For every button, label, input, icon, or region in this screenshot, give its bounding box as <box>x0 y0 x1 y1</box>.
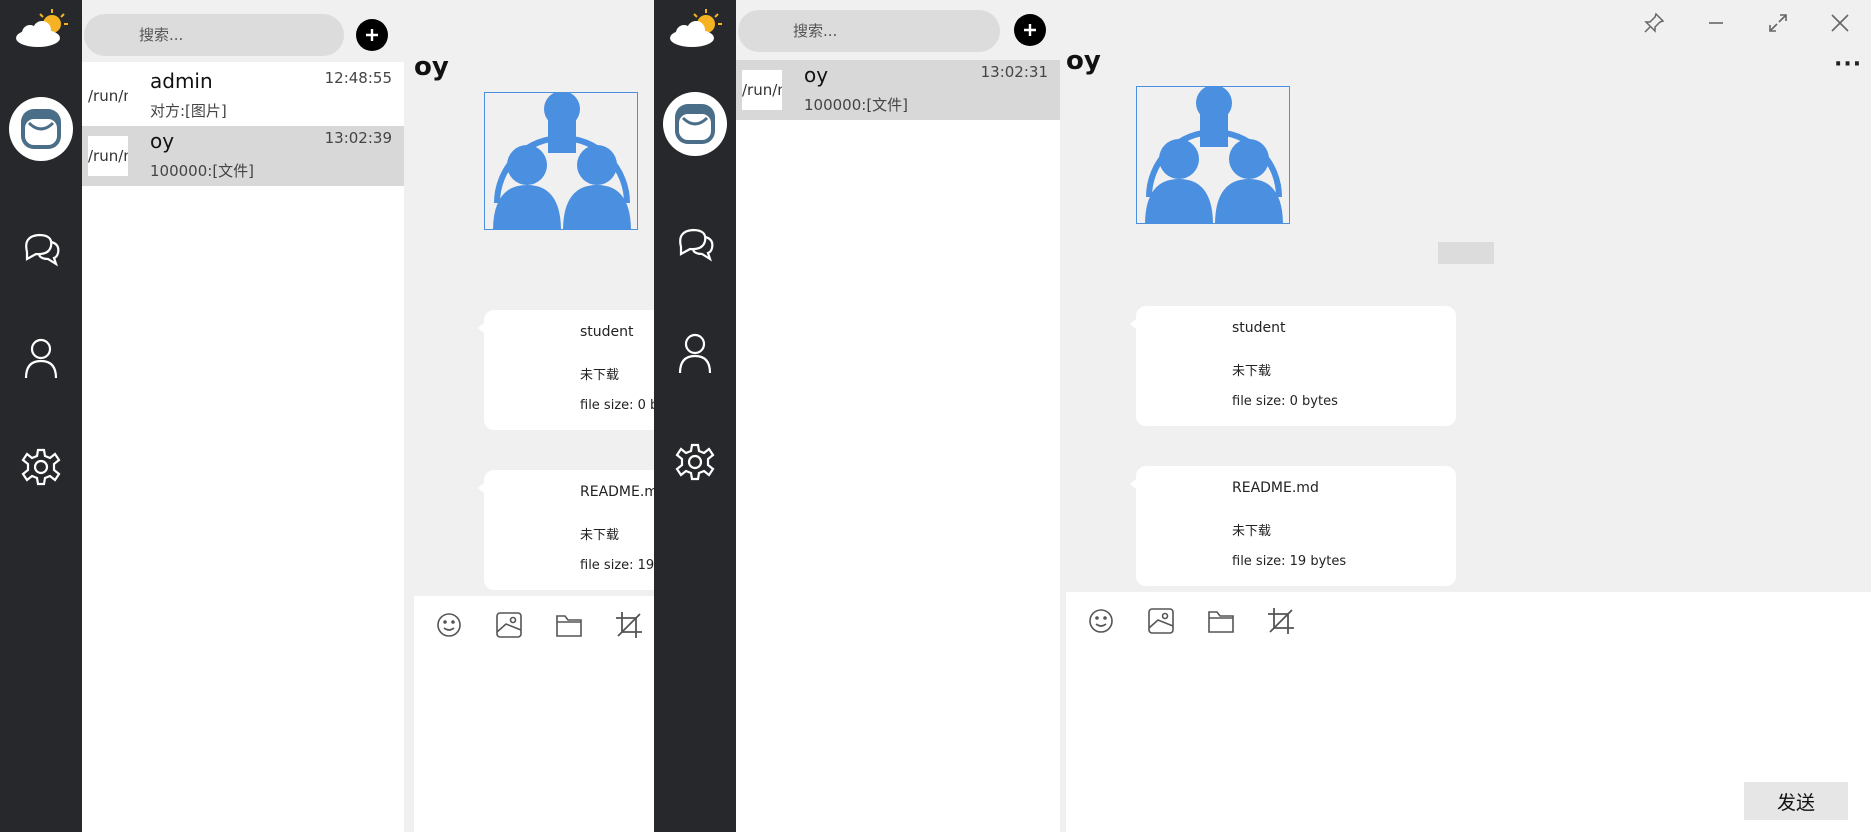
file-status: 未下载 <box>580 368 620 383</box>
file-size: file size: 19 bytes <box>1232 554 1347 569</box>
gear-icon <box>21 448 61 486</box>
file-message[interactable]: README.md 未下载 file size: 19 bytes <box>1130 466 1456 586</box>
mailbox-icon <box>21 109 61 149</box>
group-avatar <box>1136 86 1290 224</box>
group-avatar-icon <box>493 93 631 229</box>
send-button[interactable]: 发送 <box>1744 782 1848 820</box>
user-icon <box>678 333 712 374</box>
file-name: student <box>1232 320 1286 336</box>
expand-icon <box>1769 14 1787 32</box>
list-header <box>82 0 404 62</box>
conversation-name: oy <box>150 129 175 153</box>
crop-icon[interactable] <box>614 610 644 640</box>
file-size: file size: 19 bytes <box>580 558 654 573</box>
conversation-thumb: /run/media <box>88 76 128 116</box>
add-button[interactable] <box>1014 14 1046 46</box>
conversation-last-message: 对方:[图片] <box>150 102 227 120</box>
group-avatar-icon <box>1145 87 1283 223</box>
conversation-time: 13:02:31 <box>980 63 1048 81</box>
pin-icon <box>1644 12 1665 33</box>
file-status: 未下载 <box>580 528 620 543</box>
folder-icon[interactable] <box>1206 606 1236 636</box>
conversation-item-selected[interactable]: /run/media oy 13:02:39 100000:[文件] <box>82 126 404 186</box>
minimize-icon <box>1709 22 1723 24</box>
message-composer[interactable] <box>414 596 654 832</box>
close-icon <box>1831 14 1849 32</box>
chat-window-front: /run/media oy 13:02:31 100000:[文件] oy ··… <box>654 0 1871 832</box>
conversation-name: admin <box>150 69 213 93</box>
file-name: student <box>580 324 634 340</box>
user-icon <box>24 338 58 379</box>
list-header <box>736 0 1060 60</box>
plus-icon <box>1024 24 1036 36</box>
avatar <box>9 97 73 161</box>
file-size: file size: 0 bytes <box>580 398 654 413</box>
chat-bubbles-icon <box>25 233 60 267</box>
maximize-button[interactable] <box>1763 8 1793 38</box>
conversation-last-message: 100000:[文件] <box>150 162 255 180</box>
nav-settings[interactable] <box>654 427 736 497</box>
pin-button[interactable] <box>1639 8 1669 38</box>
file-message[interactable]: student 未下载 file size: 0 bytes <box>478 310 654 430</box>
chat-title: oy <box>1066 46 1101 76</box>
conversation-name: oy <box>804 63 829 87</box>
conversation-item-selected[interactable]: /run/media oy 13:02:31 100000:[文件] <box>736 60 1060 120</box>
crop-icon[interactable] <box>1266 606 1296 636</box>
plus-icon <box>366 29 378 41</box>
file-size: file size: 0 bytes <box>1232 394 1338 409</box>
conversation-list: /run/media oy 13:02:31 100000:[文件] <box>736 0 1060 832</box>
chat-window-back: /run/media admin 12:48:55 对方:[图片] /run/m… <box>0 0 654 832</box>
search-input[interactable] <box>84 14 344 56</box>
file-name: README.md <box>580 484 654 500</box>
emoji-icon[interactable] <box>434 610 464 640</box>
nav-avatar[interactable] <box>0 94 82 164</box>
conversation-item[interactable]: /run/media admin 12:48:55 对方:[图片] <box>82 66 404 126</box>
nav-settings[interactable] <box>0 432 82 502</box>
weather-logo-icon <box>16 9 68 47</box>
sidebar <box>0 0 82 832</box>
nav-contacts[interactable] <box>654 318 736 388</box>
add-button[interactable] <box>356 19 388 51</box>
conversation-list: /run/media admin 12:48:55 对方:[图片] /run/m… <box>82 0 404 832</box>
file-status: 未下载 <box>1232 524 1272 539</box>
conversation-thumb: /run/media <box>742 70 782 110</box>
nav-avatar[interactable] <box>654 89 736 159</box>
folder-icon[interactable] <box>554 610 584 640</box>
avatar <box>663 92 727 156</box>
close-button[interactable] <box>1825 8 1855 38</box>
search-input[interactable] <box>738 10 1000 52</box>
image-icon[interactable] <box>494 610 524 640</box>
conversation-thumb: /run/media <box>88 136 128 176</box>
conversation-time: 13:02:39 <box>324 129 392 147</box>
nav-messages[interactable] <box>0 213 82 283</box>
file-status: 未下载 <box>1232 364 1272 379</box>
nav-contacts[interactable] <box>0 323 82 393</box>
chat-bubbles-icon <box>679 228 714 262</box>
weather-logo-icon <box>670 9 722 47</box>
emoji-icon[interactable] <box>1086 606 1116 636</box>
chat-title: oy <box>414 52 449 82</box>
file-name: README.md <box>1232 480 1319 496</box>
image-icon[interactable] <box>1146 606 1176 636</box>
sidebar <box>654 0 736 832</box>
conversation-time: 12:48:55 <box>324 69 392 87</box>
gear-icon <box>675 443 715 481</box>
nav-messages[interactable] <box>654 208 736 278</box>
mailbox-icon <box>675 104 715 144</box>
conversation-last-message: 100000:[文件] <box>804 96 909 114</box>
file-message[interactable]: student 未下载 file size: 0 bytes <box>1130 306 1456 426</box>
file-message[interactable]: README.md 未下载 file size: 19 bytes <box>478 470 654 590</box>
message-composer[interactable]: 发送 <box>1066 592 1871 832</box>
group-avatar <box>484 92 638 230</box>
more-options-icon[interactable]: ··· <box>1834 52 1862 77</box>
minimize-button[interactable] <box>1701 8 1731 38</box>
time-tag <box>1438 242 1494 264</box>
